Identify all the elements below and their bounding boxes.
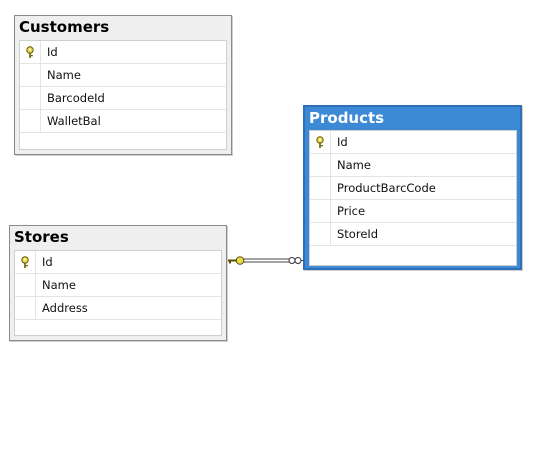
relationship-key-end-icon [228,256,245,265]
relationship-connector[interactable] [0,0,559,472]
infinity-icon [288,257,302,264]
